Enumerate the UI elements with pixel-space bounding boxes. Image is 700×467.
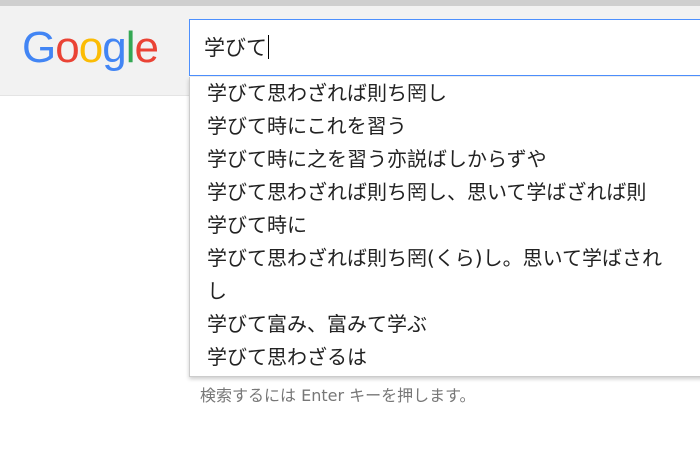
text-caret [268, 35, 269, 59]
suggestion-item[interactable]: 学びて思わざれば則ち罔し、思いて学ばざれば則 [190, 176, 700, 209]
logo-letter: o [55, 23, 80, 72]
suggestion-item[interactable]: 学びて思わざれば則ち罔し [190, 77, 700, 110]
suggestion-item[interactable]: 学びて時に [190, 209, 700, 242]
logo-letter: o [78, 23, 104, 72]
search-box[interactable]: 学びて [189, 19, 700, 76]
window-top-strip [0, 0, 700, 6]
suggestion-item[interactable]: 学びて時に之を習う亦説ばしからずや [190, 143, 700, 176]
autocomplete-dropdown: 学びて思わざれば則ち罔し 学びて時にこれを習う 学びて時に之を習う亦説ばしからず… [189, 77, 700, 377]
logo-letter: G [22, 23, 56, 72]
logo-letter: e [134, 23, 159, 72]
enter-key-hint: 検索するには Enter キーを押します。 [200, 386, 476, 405]
logo-letter: g [102, 23, 127, 72]
suggestion-item[interactable]: し [190, 275, 700, 308]
suggestion-item[interactable]: 学びて思わざれば則ち罔(くら)し。思いて学ばされ [190, 242, 700, 275]
suggestion-item[interactable]: 学びて思わざるは [190, 341, 700, 374]
suggestion-item[interactable]: 学びて時にこれを習う [190, 110, 700, 143]
google-logo[interactable]: Google [22, 23, 159, 72]
search-query-text: 学びて [204, 36, 267, 60]
suggestion-item[interactable]: 学びて富み、富みて学ぶ [190, 308, 700, 341]
search-input[interactable]: 学びて [204, 33, 694, 63]
